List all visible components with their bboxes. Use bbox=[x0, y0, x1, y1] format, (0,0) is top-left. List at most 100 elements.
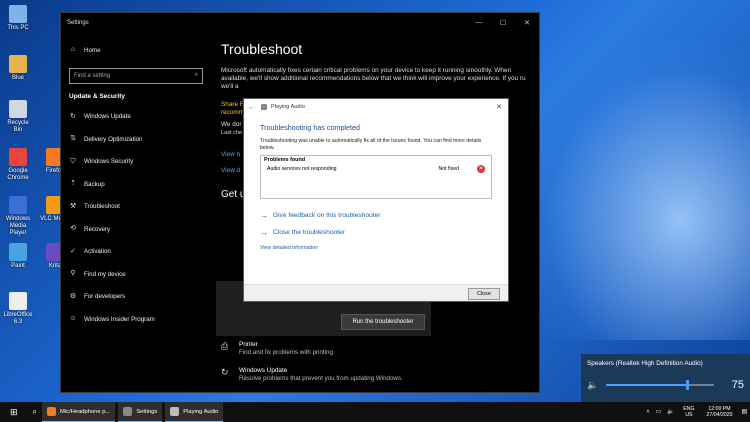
close-troubleshooter-link[interactable]: → Close the troubleshooter bbox=[260, 228, 492, 237]
problem-name: Audio services not responding bbox=[267, 166, 337, 172]
desktop-icon[interactable]: Google Chrome bbox=[3, 148, 33, 182]
person-icon: ⚲ bbox=[70, 270, 76, 278]
problem-row[interactable]: Audio services not responding Not fixed … bbox=[261, 164, 491, 174]
app-icon bbox=[9, 292, 27, 310]
sidebar-item-home[interactable]: ⌂ Home bbox=[61, 39, 211, 62]
recovery-icon: ⟲ bbox=[70, 225, 76, 233]
language-indicator[interactable]: ENG US bbox=[680, 406, 697, 419]
dialog-footer: Close bbox=[244, 284, 508, 301]
network-icon[interactable]: ▭ bbox=[656, 409, 661, 415]
printer-desc: Find and fix problems with printing bbox=[239, 349, 333, 356]
desktop-icon-label: Blue bbox=[11, 75, 24, 81]
speaker-icon[interactable]: 🔈 bbox=[587, 380, 598, 391]
clock[interactable]: 12:00 PM 27/04/2020 bbox=[704, 406, 736, 419]
windows-update-troubleshooter[interactable]: ↻ Windows Update Resolve problems that p… bbox=[221, 367, 521, 382]
wu-desc: Resolve problems that prevent you from u… bbox=[239, 375, 403, 382]
wu-title: Windows Update bbox=[239, 367, 288, 374]
volume-fill bbox=[606, 384, 688, 386]
view-detailed-link[interactable]: View detailed information bbox=[260, 245, 492, 251]
close-button[interactable]: Close bbox=[468, 288, 500, 300]
feedback-link-label: Give feedback on this troubleshooter bbox=[273, 212, 381, 219]
volume-thumb[interactable] bbox=[686, 380, 690, 390]
maximize-icon[interactable]: ☐ bbox=[491, 19, 515, 27]
sidebar-item-troubleshoot[interactable]: ⚒ Troubleshoot bbox=[61, 196, 211, 219]
desktop-icon[interactable]: LibreOffice 6.3 bbox=[3, 292, 33, 326]
sidebar-item-label: Backup bbox=[84, 180, 105, 188]
sidebar-section-title: Update & Security bbox=[69, 92, 125, 100]
notifications-icon[interactable]: ▤ bbox=[742, 409, 747, 415]
close-icon[interactable]: ✕ bbox=[515, 19, 539, 27]
close-icon[interactable]: ✕ bbox=[490, 103, 508, 111]
sidebar-item-label: Recovery bbox=[84, 225, 111, 233]
printer-troubleshooter[interactable]: ⎙ Printer Find and fix problems with pri… bbox=[221, 341, 521, 356]
feedback-link[interactable]: → Give feedback on this troubleshooter bbox=[260, 211, 492, 220]
playing-audio-dialog: ← Playing Audio ✕ Troubleshooting has co… bbox=[243, 98, 509, 302]
dialog-titlebar[interactable]: ← Playing Audio ✕ bbox=[244, 99, 508, 115]
sidebar-item-windows-update[interactable]: ↻ Windows Update bbox=[61, 106, 211, 129]
settings-sidebar: ⌂ Home Find a setting ⌕ Update & Securit… bbox=[61, 33, 211, 331]
minimize-icon[interactable]: — bbox=[467, 19, 491, 27]
sidebar-item-label: For developers bbox=[84, 293, 126, 301]
sidebar-item-delivery-optimization[interactable]: ⇅ Delivery Optimization bbox=[61, 128, 211, 151]
sidebar-item-windows-security[interactable]: ⛉ Windows Security bbox=[61, 151, 211, 174]
taskbar-app[interactable]: Settings bbox=[118, 402, 163, 422]
volume-value: 75 bbox=[731, 379, 744, 391]
arrow-right-icon: → bbox=[260, 228, 268, 237]
problems-found-box: Problems found Audio services not respon… bbox=[260, 155, 492, 199]
app-icon bbox=[47, 407, 57, 416]
sidebar-item-find-my-device[interactable]: ⚲ Find my device bbox=[61, 263, 211, 286]
app-icon bbox=[170, 407, 180, 416]
settings-titlebar[interactable]: Settings — ☐ ✕ bbox=[61, 13, 539, 33]
desktop-icon[interactable]: Recycle Bin bbox=[3, 100, 33, 134]
desktop-icon-label: Paint bbox=[11, 263, 25, 269]
volume-icon[interactable]: 🔈 bbox=[667, 409, 674, 415]
taskbar: ⊞ ⌕ Mic/Headphone p... Settings Playing Au… bbox=[0, 402, 750, 422]
sync-icon: ↻ bbox=[70, 112, 76, 120]
wrench-icon: ⚒ bbox=[69, 202, 77, 210]
desktop-icon[interactable]: Windows Media Player bbox=[3, 196, 33, 237]
arrow-right-icon: → bbox=[260, 211, 268, 220]
search-button[interactable]: ⌕ bbox=[28, 402, 42, 422]
audio-device-name[interactable]: Speakers (Realtek High Definition Audio) bbox=[587, 360, 744, 367]
desktop-icon[interactable]: Paint bbox=[3, 243, 33, 270]
home-icon: ⌂ bbox=[70, 46, 76, 54]
window-title: Settings bbox=[67, 20, 89, 26]
volume-flyout: Speakers (Realtek High Definition Audio)… bbox=[581, 354, 750, 402]
sidebar-item-recovery[interactable]: ⟲ Recovery bbox=[61, 218, 211, 241]
problem-status: Not fixed bbox=[438, 166, 459, 172]
wallpaper-glow bbox=[520, 40, 750, 340]
app-icon bbox=[9, 196, 27, 214]
taskbar-app[interactable]: Mic/Headphone p... bbox=[42, 402, 116, 422]
system-tray: ˄ ▭ 🔈 ENG US 12:00 PM 27/04/2020 ▤ bbox=[643, 402, 750, 422]
page-title: Troubleshoot bbox=[221, 41, 303, 57]
desktop-icon-label: Recycle Bin bbox=[7, 120, 29, 133]
clock-date: 27/04/2020 bbox=[706, 412, 733, 418]
back-arrow-icon[interactable]: ← bbox=[248, 104, 255, 111]
windows-icon: ⊞ bbox=[10, 406, 18, 417]
troubleshooter-icon bbox=[261, 104, 267, 110]
sidebar-item-for-developers[interactable]: ⚙ For developers bbox=[61, 286, 211, 309]
sidebar-item-windows-insider-program[interactable]: ☺ Windows Insider Program bbox=[61, 308, 211, 331]
search-icon: ⌕ bbox=[32, 407, 38, 416]
search-input[interactable]: Find a setting ⌕ bbox=[69, 67, 203, 84]
activation-icon: ✓ bbox=[70, 247, 76, 255]
taskbar-app[interactable]: Playing Audio bbox=[165, 402, 224, 422]
developer-icon: ⚙ bbox=[69, 292, 77, 300]
app-icon bbox=[9, 5, 27, 23]
chevron-up-icon[interactable]: ˄ bbox=[646, 409, 649, 415]
dialog-title: Playing Audio bbox=[271, 104, 305, 110]
desktop-icon[interactable]: This PC bbox=[3, 5, 33, 32]
intro-partial: we'll a bbox=[221, 83, 239, 90]
search-placeholder: Find a setting bbox=[74, 72, 111, 79]
sidebar-item-backup[interactable]: ⇡ Backup bbox=[61, 173, 211, 196]
delivery-icon: ⇅ bbox=[70, 135, 76, 143]
sidebar-nav: ↻ Windows Update ⇅ Delivery Optimization ⛉ Wi… bbox=[61, 106, 211, 331]
desktop-icon[interactable]: Blue bbox=[3, 55, 33, 82]
sidebar-item-activation[interactable]: ✓ Activation bbox=[61, 241, 211, 264]
desktop-icon-label: Windows Media Player bbox=[5, 216, 31, 236]
start-button[interactable]: ⊞ bbox=[0, 402, 28, 422]
sidebar-item-label: Delivery Optimization bbox=[84, 135, 143, 143]
taskbar-app-label: Playing Audio bbox=[183, 408, 219, 415]
volume-slider[interactable] bbox=[606, 380, 715, 390]
run-troubleshooter-button[interactable]: Run the troubleshooter bbox=[341, 314, 425, 330]
